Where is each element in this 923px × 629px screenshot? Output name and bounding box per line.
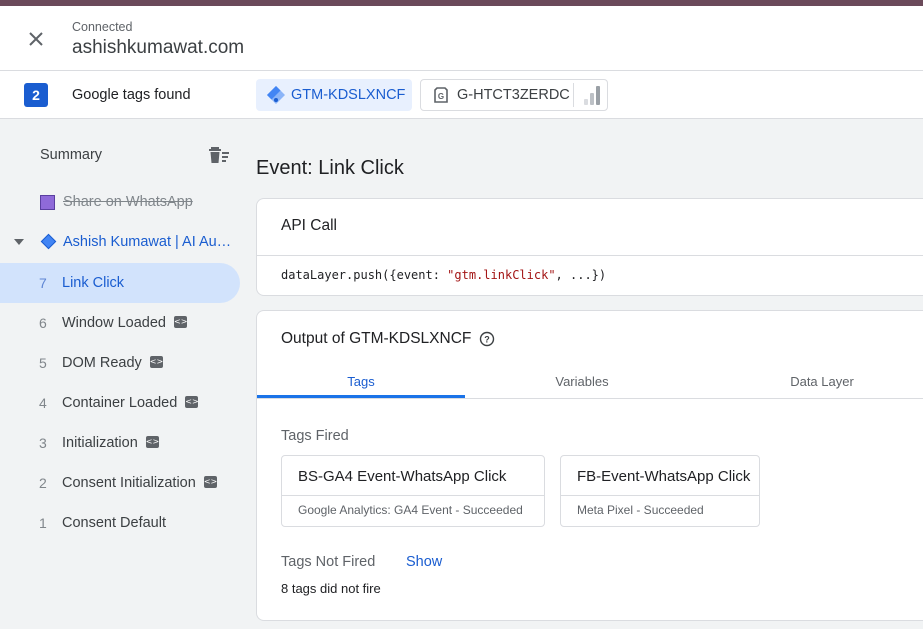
connection-status: Connected bbox=[72, 20, 133, 34]
tags-fired-label: Tags Fired bbox=[281, 428, 349, 444]
summary-item[interactable]: Summary bbox=[40, 147, 102, 163]
ga-tag-chip[interactable]: G G-HTCT3ZERDC bbox=[420, 79, 608, 111]
tag-status: Google Analytics: GA4 Event - Succeeded bbox=[298, 503, 523, 517]
fired-tag-card[interactable]: BS-GA4 Event-WhatsApp Click Google Analy… bbox=[281, 455, 545, 527]
svg-text:G: G bbox=[438, 92, 444, 101]
event-label: DOM Ready bbox=[62, 355, 142, 371]
divider bbox=[257, 398, 923, 399]
tags-bar: 2 Google tags found GTM-KDSLXNCF G G-HTC… bbox=[0, 71, 923, 119]
code-event-string: "gtm.linkClick" bbox=[447, 268, 556, 282]
chip-divider bbox=[573, 83, 574, 107]
code-icon: <> bbox=[185, 396, 199, 409]
code-icon: <> bbox=[149, 356, 164, 369]
clear-events-icon[interactable] bbox=[208, 145, 230, 165]
tab-data-layer[interactable]: Data Layer bbox=[718, 363, 923, 399]
output-card: Output of GTM-KDSLXNCF ? Tags Variables … bbox=[256, 310, 923, 621]
event-number: 3 bbox=[39, 435, 47, 451]
event-number: 2 bbox=[39, 475, 47, 491]
help-icon[interactable]: ? bbox=[479, 331, 495, 347]
google-tag-icon: G bbox=[434, 87, 448, 103]
code-icon: <> bbox=[145, 436, 160, 449]
event-number: 7 bbox=[39, 275, 47, 291]
divider bbox=[282, 495, 544, 496]
sidebar-item-share-whatsapp[interactable]: Share on WhatsApp bbox=[40, 194, 193, 210]
divider bbox=[257, 255, 923, 256]
event-label: Initialization bbox=[62, 435, 138, 451]
connected-domain: ashishkumawat.com bbox=[72, 37, 245, 58]
tag-status: Meta Pixel - Succeeded bbox=[577, 503, 704, 517]
divider bbox=[561, 495, 759, 496]
gtm-diamond-icon bbox=[267, 86, 285, 104]
event-number: 1 bbox=[39, 515, 47, 531]
tab-variables[interactable]: Variables bbox=[478, 363, 686, 399]
output-title-text: Output of GTM-KDSLXNCF bbox=[281, 330, 472, 347]
sidebar-event-container-loaded[interactable]: 4 Container Loaded <> bbox=[0, 383, 240, 423]
tab-tags[interactable]: Tags bbox=[257, 363, 465, 399]
tags-found-label: Google tags found bbox=[72, 87, 191, 103]
tag-name: FB-Event-WhatsApp Click bbox=[577, 468, 751, 485]
event-label: Consent Initialization bbox=[62, 475, 196, 491]
share-item-label: Share on WhatsApp bbox=[63, 194, 193, 210]
svg-text:?: ? bbox=[485, 335, 491, 345]
container-tree-node[interactable]: Ashish Kumawat | AI Au… bbox=[0, 233, 240, 253]
event-label: Container Loaded bbox=[62, 395, 178, 411]
event-number: 4 bbox=[39, 395, 47, 411]
ga-chip-label: G-HTCT3ZERDC bbox=[457, 87, 570, 103]
analytics-bars-icon bbox=[584, 86, 600, 105]
event-number: 5 bbox=[39, 355, 47, 371]
purple-square-icon bbox=[40, 194, 55, 210]
tags-not-fired-label: Tags Not Fired bbox=[281, 554, 376, 570]
header: Connected ashishkumawat.com bbox=[0, 6, 923, 71]
api-call-code: dataLayer.push({event: "gtm.linkClick", … bbox=[281, 268, 606, 282]
close-button[interactable] bbox=[24, 27, 48, 51]
event-title: Event: Link Click bbox=[256, 157, 404, 179]
event-label: Window Loaded bbox=[62, 315, 166, 331]
code-prefix: dataLayer.push({event: bbox=[281, 268, 448, 282]
sidebar-event-link-click[interactable]: 7 Link Click bbox=[0, 263, 240, 303]
sidebar-event-window-loaded[interactable]: 6 Window Loaded <> bbox=[0, 303, 240, 343]
event-label: Consent Default bbox=[62, 515, 166, 531]
gtm-container-chip[interactable]: GTM-KDSLXNCF bbox=[256, 79, 412, 111]
close-icon bbox=[29, 32, 43, 46]
code-icon: <> bbox=[203, 476, 218, 489]
show-not-fired-link[interactable]: Show bbox=[406, 554, 442, 570]
event-number: 6 bbox=[39, 315, 47, 331]
sidebar-event-initialization[interactable]: 3 Initialization <> bbox=[0, 423, 240, 463]
caret-down-icon[interactable] bbox=[14, 239, 24, 245]
container-name: Ashish Kumawat | AI Au… bbox=[63, 234, 232, 250]
sidebar-event-consent-default[interactable]: 1 Consent Default bbox=[0, 503, 240, 543]
api-call-card: API Call dataLayer.push({event: "gtm.lin… bbox=[256, 198, 923, 296]
api-call-title: API Call bbox=[281, 217, 337, 234]
fired-tag-card[interactable]: FB-Event-WhatsApp Click Meta Pixel - Suc… bbox=[560, 455, 760, 527]
event-label: Link Click bbox=[62, 275, 125, 291]
tag-name: BS-GA4 Event-WhatsApp Click bbox=[298, 468, 507, 485]
container-diamond-icon bbox=[40, 233, 57, 250]
sidebar: Summary Share on WhatsApp Ashish Kumawat… bbox=[0, 119, 256, 629]
main-panel: Event: Link Click API Call dataLayer.pus… bbox=[256, 119, 923, 629]
code-suffix: , ...}) bbox=[555, 268, 607, 282]
sidebar-event-consent-initialization[interactable]: 2 Consent Initialization <> bbox=[0, 463, 240, 503]
code-icon: <> bbox=[174, 316, 188, 329]
gtm-chip-label: GTM-KDSLXNCF bbox=[291, 87, 406, 103]
tag-count-badge: 2 bbox=[24, 83, 48, 107]
not-fired-summary: 8 tags did not fire bbox=[281, 581, 381, 596]
output-title: Output of GTM-KDSLXNCF ? bbox=[281, 330, 495, 348]
sidebar-event-dom-ready[interactable]: 5 DOM Ready <> bbox=[0, 343, 240, 383]
